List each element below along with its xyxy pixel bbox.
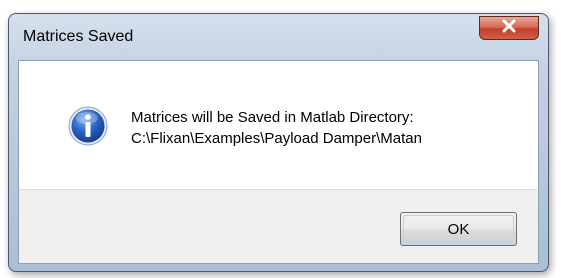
dialog-title: Matrices Saved <box>23 28 134 45</box>
dialog-client-area: Matrices will be Saved in Matlab Directo… <box>18 60 539 264</box>
ok-button[interactable]: OK <box>400 212 517 246</box>
message-line-2: C:\Flixan\Examples\Payload Damper\Matan <box>131 130 422 147</box>
message-dialog: Matrices Saved Matrices will be Saved in… <box>8 13 549 272</box>
message-text: Matrices will be Saved in Matlab Directo… <box>131 107 422 149</box>
close-button[interactable] <box>479 16 539 40</box>
message-line-1: Matrices will be Saved in Matlab Directo… <box>131 109 414 126</box>
close-icon <box>501 19 517 38</box>
ok-button-label: OK <box>447 220 470 238</box>
title-bar[interactable]: Matrices Saved <box>9 14 548 58</box>
message-area: Matrices will be Saved in Matlab Directo… <box>19 61 538 189</box>
information-icon <box>68 106 108 146</box>
button-bar: OK <box>19 189 538 263</box>
